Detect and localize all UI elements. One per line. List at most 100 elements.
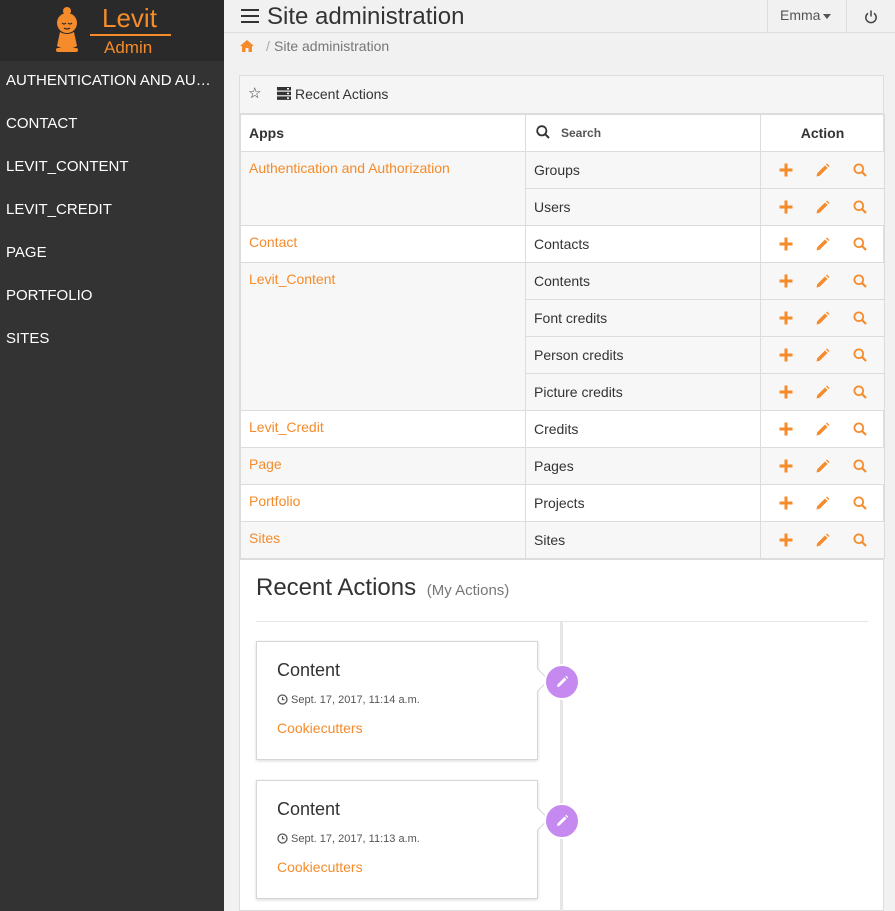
logo[interactable]: Levit Admin [0,0,224,61]
app-link-levit-credit[interactable]: Levit_Credit [240,410,526,448]
view-action-button[interactable] [851,457,869,475]
recent-actions-tab[interactable]: Recent Actions [295,86,388,102]
view-action-button[interactable] [851,494,869,512]
model-label: Contents [525,262,761,300]
change-action-button[interactable] [814,346,832,364]
change-action-button[interactable] [814,420,832,438]
sidebar-item-portfolio[interactable]: PORTFOLIO [0,276,224,319]
timeline-item-link[interactable]: Cookiecutters [277,859,363,875]
app-link-authentication[interactable]: Authentication and Authorization [240,151,526,226]
power-icon [865,10,877,24]
search-input[interactable] [561,118,761,148]
brand-subtitle: Admin [104,38,153,57]
change-action-button[interactable] [814,309,832,327]
add-icon [779,459,792,473]
model-label: Pages [525,447,761,485]
sidebar-item-levit-credit[interactable]: LEVIT_CREDIT [0,190,224,233]
levit-figure-icon [56,7,78,52]
change-action-button[interactable] [814,494,832,512]
pencil-icon [816,311,830,324]
timeline-item-link[interactable]: Cookiecutters [277,720,363,736]
view-action-button[interactable] [851,272,869,290]
add-action-button[interactable] [777,494,795,512]
sidebar-item-authentication[interactable]: AUTHENTICATION AND AUTHORIZATION [0,61,224,104]
sidebar-item-sites[interactable]: SITES [0,319,224,362]
add-action-button[interactable] [777,235,795,253]
app-table: Apps Action Authentication and Authoriza… [240,114,885,559]
menu-toggle-icon[interactable] [241,9,259,23]
change-action-button[interactable] [814,383,832,401]
change-action-button[interactable] [814,531,832,549]
edit-badge-icon [544,803,580,839]
view-action-button[interactable] [851,161,869,179]
recent-actions-section: Recent Actions (My Actions) Content Sept… [240,559,883,911]
pencil-icon [816,422,830,435]
table-row: Contact Contacts [240,225,885,263]
view-action-button[interactable] [851,420,869,438]
view-action-button[interactable] [851,198,869,216]
action-column-header: Action [760,114,885,152]
table-row: Page Pages [240,447,885,485]
logout-button[interactable] [846,0,895,33]
search-icon [853,311,867,325]
add-action-button[interactable] [777,161,795,179]
user-menu-button[interactable]: Emma [767,0,846,33]
timeline-item-timestamp: Sept. 17, 2017, 11:13 a.m. [291,833,420,845]
brand-name: Levit [102,3,157,33]
clock-icon [277,833,288,844]
table-row: Levit_Credit Credits [240,410,885,448]
add-icon [779,385,792,399]
app-link-sites[interactable]: Sites [240,521,526,559]
sidebar-item-page[interactable]: PAGE [0,233,224,276]
add-action-button[interactable] [777,346,795,364]
add-action-button[interactable] [777,420,795,438]
recent-actions-subtitle: (My Actions) [426,582,510,599]
edit-badge-icon [544,664,580,700]
model-label: Users [525,188,761,226]
change-action-button[interactable] [814,161,832,179]
app-link-contact[interactable]: Contact [240,225,526,263]
view-action-button[interactable] [851,531,869,549]
change-action-button[interactable] [814,235,832,253]
row-actions [760,299,885,337]
model-label: Person credits [525,336,761,374]
sidebar-item-levit-content[interactable]: LEVIT_CONTENT [0,147,224,190]
view-action-button[interactable] [851,309,869,327]
table-row: Portfolio Projects [240,484,885,522]
add-action-button[interactable] [777,309,795,327]
pencil-icon [816,274,830,287]
app-link-portfolio[interactable]: Portfolio [240,484,526,522]
sidebar-item-contact[interactable]: CONTACT [0,104,224,147]
row-actions [760,188,885,226]
add-action-button[interactable] [777,198,795,216]
change-action-button[interactable] [814,198,832,216]
add-action-button[interactable] [777,383,795,401]
brand-divider [90,34,171,36]
table-row: Authentication and Authorization Groups [240,151,885,226]
page-title: Site administration [267,3,465,30]
change-action-button[interactable] [814,272,832,290]
change-action-button[interactable] [814,457,832,475]
app-link-page[interactable]: Page [240,447,526,485]
search-icon [853,237,867,251]
search-icon [536,125,550,139]
row-actions [760,373,885,411]
add-icon [779,348,792,362]
recent-actions-heading: Recent Actions (My Actions) [256,574,509,602]
add-icon [779,422,792,436]
view-action-button[interactable] [851,346,869,364]
view-action-button[interactable] [851,235,869,253]
pencil-icon [816,385,830,398]
add-action-button[interactable] [777,531,795,549]
app-link-levit-content[interactable]: Levit_Content [240,262,526,411]
view-action-button[interactable] [851,383,869,401]
search-icon [853,274,867,288]
add-action-button[interactable] [777,457,795,475]
star-icon[interactable]: ☆ [248,84,261,102]
row-actions [760,225,885,263]
home-icon[interactable] [239,39,255,53]
caret-down-icon [823,13,832,19]
add-action-button[interactable] [777,272,795,290]
model-label: Contacts [525,225,761,263]
model-label: Credits [525,410,761,448]
